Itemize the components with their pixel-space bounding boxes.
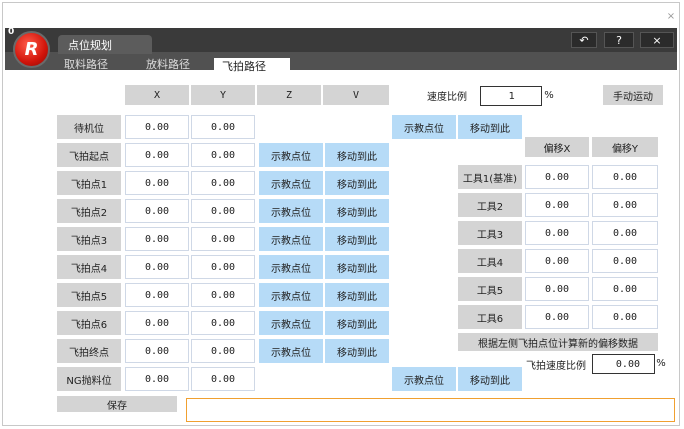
fly-point-3-teach-button[interactable]: 示教点位 xyxy=(259,227,323,251)
fly-point-1-x-field[interactable]: 0.00 xyxy=(125,171,189,195)
standby-teach-button[interactable]: 示教点位 xyxy=(392,115,456,139)
fly-end-x-field[interactable]: 0.00 xyxy=(125,339,189,363)
manual-move-button[interactable]: 手动运动 xyxy=(603,85,663,105)
fly-speed-label: 飞拍速度比例 xyxy=(526,360,586,372)
standby-move-button[interactable]: 移动到此 xyxy=(458,115,522,139)
tool-3-offset-x-field[interactable]: 0.00 xyxy=(525,221,589,245)
fly-point-3-x-field[interactable]: 0.00 xyxy=(125,227,189,251)
tool-2-offset-y-field[interactable]: 0.00 xyxy=(592,193,658,217)
save-button[interactable]: 保存 xyxy=(57,396,177,412)
row-label-fly-point-2: 飞拍点2 xyxy=(57,199,121,223)
fly-point-2-teach-button[interactable]: 示教点位 xyxy=(259,199,323,223)
fly-point-2-y-field[interactable]: 0.00 xyxy=(191,199,255,223)
fly-point-3-y-field[interactable]: 0.00 xyxy=(191,227,255,251)
offset-y-header: 偏移Y xyxy=(592,137,658,157)
row-label-fly-end: 飞拍终点 xyxy=(57,339,121,363)
fly-end-y-field[interactable]: 0.00 xyxy=(191,339,255,363)
tool-5-label: 工具5 xyxy=(458,277,522,301)
tool-1-offset-y-field[interactable]: 0.00 xyxy=(592,165,658,189)
fly-point-5-teach-button[interactable]: 示教点位 xyxy=(259,283,323,307)
standby-x-field[interactable]: 0.00 xyxy=(125,115,189,139)
fly-point-5-move-button[interactable]: 移动到此 xyxy=(325,283,389,307)
fly-point-4-y-field[interactable]: 0.00 xyxy=(191,255,255,279)
tab-place-path[interactable]: 放料路径 xyxy=(140,57,212,71)
fly-point-2-x-field[interactable]: 0.00 xyxy=(125,199,189,223)
close-icon[interactable]: × xyxy=(640,32,674,48)
standby-y-field[interactable]: 0.00 xyxy=(191,115,255,139)
row-label-fly-point-5: 飞拍点5 xyxy=(57,283,121,307)
fly-start-y-field[interactable]: 0.00 xyxy=(191,143,255,167)
column-header-y: Y xyxy=(191,85,255,105)
row-label-fly-point-6: 飞拍点6 xyxy=(57,311,121,335)
tool-3-offset-y-field[interactable]: 0.00 xyxy=(592,221,658,245)
fly-end-teach-button[interactable]: 示教点位 xyxy=(259,339,323,363)
compute-offset-button[interactable]: 根据左侧飞拍点位计算新的偏移数据 xyxy=(458,333,658,351)
fly-start-teach-button[interactable]: 示教点位 xyxy=(259,143,323,167)
speed-ratio-unit: % xyxy=(544,89,554,101)
tool-4-offset-x-field[interactable]: 0.00 xyxy=(525,249,589,273)
fly-point-6-x-field[interactable]: 0.00 xyxy=(125,311,189,335)
status-message-box xyxy=(186,398,675,422)
fly-point-6-move-button[interactable]: 移动到此 xyxy=(325,311,389,335)
app-logo-icon: R xyxy=(13,31,50,68)
logo-letter: R xyxy=(24,39,39,60)
fly-speed-unit: % xyxy=(656,357,666,369)
fly-point-1-teach-button[interactable]: 示教点位 xyxy=(259,171,323,195)
fly-point-4-teach-button[interactable]: 示教点位 xyxy=(259,255,323,279)
fly-point-6-y-field[interactable]: 0.00 xyxy=(191,311,255,335)
speed-ratio-label: 速度比例 xyxy=(427,91,467,103)
fly-point-5-y-field[interactable]: 0.00 xyxy=(191,283,255,307)
ng-discard-teach-button[interactable]: 示教点位 xyxy=(392,367,456,391)
fly-point-1-y-field[interactable]: 0.00 xyxy=(191,171,255,195)
row-label-fly-point-1: 飞拍点1 xyxy=(57,171,121,195)
tool-5-offset-x-field[interactable]: 0.00 xyxy=(525,277,589,301)
corner-label: 0 xyxy=(8,27,15,37)
row-label-standby: 待机位 xyxy=(57,115,121,139)
row-label-fly-point-3: 飞拍点3 xyxy=(57,227,121,251)
outer-close-icon[interactable]: × xyxy=(666,11,676,22)
ng-discard-y-field[interactable]: 0.00 xyxy=(191,367,255,391)
fly-point-2-move-button[interactable]: 移动到此 xyxy=(325,199,389,223)
fly-point-4-move-button[interactable]: 移动到此 xyxy=(325,255,389,279)
fly-speed-input[interactable]: 0.00 xyxy=(592,354,655,374)
offset-x-header: 偏移X xyxy=(525,137,589,157)
speed-ratio-input[interactable]: 1 xyxy=(480,86,542,106)
fly-point-1-move-button[interactable]: 移动到此 xyxy=(325,171,389,195)
column-header-v: V xyxy=(323,85,389,105)
tab-flyshot-path[interactable]: 飞拍路径 xyxy=(214,58,290,74)
column-header-x: X xyxy=(125,85,189,105)
row-label-fly-point-4: 飞拍点4 xyxy=(57,255,121,279)
fly-start-x-field[interactable]: 0.00 xyxy=(125,143,189,167)
tab-pick-path[interactable]: 取料路径 xyxy=(58,57,130,71)
tool-4-label: 工具4 xyxy=(458,249,522,273)
back-icon[interactable]: ↶ xyxy=(571,32,597,48)
tool-2-offset-x-field[interactable]: 0.00 xyxy=(525,193,589,217)
tool-2-label: 工具2 xyxy=(458,193,522,217)
tool-3-label: 工具3 xyxy=(458,221,522,245)
tool-6-label: 工具6 xyxy=(458,305,522,329)
tool-5-offset-y-field[interactable]: 0.00 xyxy=(592,277,658,301)
column-header-z: Z xyxy=(257,85,321,105)
help-icon[interactable]: ? xyxy=(604,32,634,48)
row-label-fly-start: 飞拍起点 xyxy=(57,143,121,167)
fly-end-move-button[interactable]: 移动到此 xyxy=(325,339,389,363)
ng-discard-move-button[interactable]: 移动到此 xyxy=(458,367,522,391)
tool-1-label: 工具1(基准) xyxy=(458,165,522,189)
tool-6-offset-x-field[interactable]: 0.00 xyxy=(525,305,589,329)
tool-1-offset-x-field[interactable]: 0.00 xyxy=(525,165,589,189)
tab-point-planning[interactable]: 点位规划 xyxy=(58,35,152,54)
fly-point-4-x-field[interactable]: 0.00 xyxy=(125,255,189,279)
fly-point-3-move-button[interactable]: 移动到此 xyxy=(325,227,389,251)
ng-discard-x-field[interactable]: 0.00 xyxy=(125,367,189,391)
tool-4-offset-y-field[interactable]: 0.00 xyxy=(592,249,658,273)
fly-point-6-teach-button[interactable]: 示教点位 xyxy=(259,311,323,335)
fly-point-5-x-field[interactable]: 0.00 xyxy=(125,283,189,307)
tool-6-offset-y-field[interactable]: 0.00 xyxy=(592,305,658,329)
row-label-ng-discard: NG抛料位 xyxy=(57,367,121,391)
fly-start-move-button[interactable]: 移动到此 xyxy=(325,143,389,167)
